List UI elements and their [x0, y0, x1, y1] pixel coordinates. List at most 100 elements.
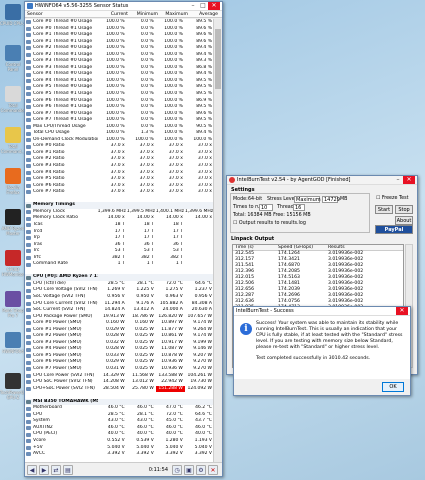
minimize-button[interactable]: –: [188, 2, 198, 10]
app-icon: [5, 291, 21, 307]
sensor-icon: [26, 105, 31, 110]
desktop-icon[interactable]: Total Commander: [0, 84, 26, 124]
sensor-scrollbar[interactable]: [213, 19, 222, 465]
sensor-icon: [26, 255, 31, 260]
nav-right-icon[interactable]: ▶: [39, 464, 49, 475]
sensor-icon: [26, 190, 31, 195]
sensor-current: 3.392 V: [107, 451, 125, 457]
clock-icon[interactable]: ◷: [172, 464, 182, 475]
app-icon: [5, 45, 21, 61]
th-results: Results: [328, 245, 345, 250]
desktop-icon[interactable]: HWiNFO64: [0, 330, 26, 370]
sensor-icon: [26, 72, 31, 77]
app-icon: [5, 4, 21, 20]
report-icon[interactable]: ▣: [184, 464, 194, 475]
col-average[interactable]: Average: [190, 11, 220, 17]
col-maximum[interactable]: Maximum: [160, 11, 190, 17]
sensor-icon: [26, 301, 31, 306]
close-sensors-icon[interactable]: ✕: [208, 464, 218, 475]
freeze-checkbox[interactable]: ☐ Freeze Test: [376, 196, 408, 201]
hwinfo-window[interactable]: HWiNFO64 v5.56-3255 Sensor Status – □ ✕ …: [24, 1, 223, 477]
sensor-icon: [26, 249, 31, 254]
ibt-minimize-button[interactable]: –: [393, 176, 403, 184]
threads-select[interactable]: 16: [293, 204, 305, 211]
sensor-icon: [26, 183, 31, 188]
desktop-icon-label: CPUID HWMonitor: [1, 267, 25, 277]
sensor-icon: [26, 157, 31, 162]
sensor-icon: [26, 92, 31, 97]
about-button[interactable]: About: [395, 216, 413, 225]
hwinfo-titlebar[interactable]: HWiNFO64 v5.56-3255 Sensor Status – □ ✕: [25, 2, 222, 11]
desktop-icon[interactable]: Control Panel: [0, 43, 26, 83]
sensor-icon: [26, 98, 31, 103]
desktop-icon[interactable]: AMD Ryzen Master: [0, 207, 26, 247]
times-field[interactable]: 10: [259, 204, 273, 211]
sensor-icon: [26, 354, 31, 359]
sensor-icon: [26, 66, 31, 71]
desktop-icon[interactable]: TechPowerUp GPU-Z: [0, 371, 27, 411]
mode-value: 64-bit: [248, 197, 263, 202]
memory-value: 14729: [324, 197, 340, 203]
stress-value: Maximum: [296, 197, 321, 203]
sensor-list: Core #0 Thread #0 Usage 100.0 % 0.0 % 100.0…: [25, 19, 214, 465]
desktop-icon-label: Total Commander: [0, 103, 26, 113]
memory-field[interactable]: 14729: [322, 196, 340, 203]
hwinfo-title: HWiNFO64 v5.56-3255 Sensor Status: [35, 3, 129, 9]
scrollbar-thumb[interactable]: [215, 29, 221, 89]
sensor-icon: [26, 406, 31, 411]
ok-button[interactable]: OK: [382, 382, 404, 392]
sensor-minimum: 3.392 V: [136, 451, 154, 457]
sensor-icon: [26, 79, 31, 84]
sensor-icon: [26, 118, 31, 123]
elapsed-time: 0:11:54: [148, 466, 168, 473]
sensor-icon: [26, 334, 31, 339]
desktop-icon-label: HWiNFO64: [2, 349, 24, 354]
desktop-icon[interactable]: Total Command...: [0, 125, 26, 165]
th-speed: Speed (GFlops): [278, 245, 314, 250]
output-label: Output results to results.log: [238, 221, 306, 226]
sensor-icon: [26, 426, 31, 431]
desktop-icon-label: AMD Ryzen Master: [1, 226, 25, 236]
sensor-maximum: 3.392 V: [165, 451, 183, 457]
sensor-icon: [26, 144, 31, 149]
desktop-icon[interactable]: CPUID HWMonitor: [0, 248, 26, 288]
desktop-icon[interactable]: Mozilla Firefox: [0, 166, 26, 206]
stress-label: Stress Level: [267, 197, 296, 202]
close-button[interactable]: ✕: [208, 2, 220, 10]
col-sensor[interactable]: Sensor: [25, 11, 100, 17]
maximize-button[interactable]: □: [198, 2, 208, 10]
sensor-icon: [26, 419, 31, 424]
desktop-icon[interactable]: CPUID CPU-Z: [0, 2, 26, 42]
sensor-icon: [26, 177, 31, 182]
ibt-close-button[interactable]: ✕: [403, 176, 415, 184]
app-icon: [5, 168, 21, 184]
nav-left-icon[interactable]: ◀: [27, 464, 37, 475]
dialog-title: IntelBurnTest - Success: [236, 308, 294, 314]
output-checkbox[interactable]: ☐ Output results to results.log: [233, 221, 306, 226]
success-dialog[interactable]: IntelBurnTest - Success ✕ i Success! You…: [233, 306, 411, 396]
stress-select[interactable]: Maximum: [294, 196, 321, 203]
ibt-titlebar[interactable]: IntelBurnTest v2.54 - by AgentGOD [Finis…: [227, 176, 417, 185]
dialog-titlebar[interactable]: IntelBurnTest - Success ✕: [234, 307, 410, 316]
sensor-icon: [26, 347, 31, 352]
stop-button[interactable]: Stop: [395, 205, 413, 214]
sensor-icon: [26, 131, 31, 136]
sensor-icon: [26, 341, 31, 346]
settings-icon[interactable]: ⚙: [196, 464, 206, 475]
dialog-close-button[interactable]: ✕: [396, 307, 408, 315]
sensor-row[interactable]: AVCC 3.392 V 3.392 V 3.392 V 3.392 V: [25, 451, 214, 458]
dialog-message-time: Test completed successfully in 3010.42 s…: [256, 356, 371, 361]
start-button[interactable]: Start: [375, 205, 393, 214]
col-minimum[interactable]: Minimum: [130, 11, 160, 17]
desktop-icon[interactable]: Paint Shop Pro 7: [0, 289, 26, 329]
sensor-icon: [26, 26, 31, 31]
col-current[interactable]: Current: [100, 11, 130, 17]
layout-icon[interactable]: ▤: [63, 464, 73, 475]
desktop-icon-label: Paint Shop Pro 7: [2, 308, 24, 318]
mode-label: Mode:: [233, 197, 248, 202]
paypal-donate-button[interactable]: PayPal: [375, 225, 413, 234]
sensor-icon: [26, 59, 31, 64]
sensor-icon: [26, 445, 31, 450]
ram-info: Total: 16384 MB Free: 15156 MB: [233, 213, 311, 218]
network-icon[interactable]: ⇄: [51, 464, 61, 475]
